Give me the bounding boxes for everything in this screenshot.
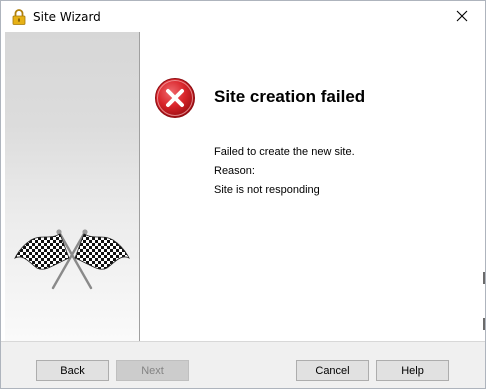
- cancel-button[interactable]: Cancel: [296, 360, 369, 381]
- page-title: Site creation failed: [214, 87, 366, 106]
- title-bar: Site Wizard: [1, 1, 485, 32]
- window-title: Site Wizard: [33, 10, 101, 24]
- next-button[interactable]: Next: [116, 360, 189, 381]
- result-panel: Site creation failed Failed to create th…: [140, 32, 485, 341]
- help-button[interactable]: Help: [376, 360, 449, 381]
- back-button[interactable]: Back: [36, 360, 109, 381]
- site-wizard-window: Site Wizard Site creation failed Failed …: [0, 0, 486, 389]
- reason-text: Site is not responding: [214, 184, 320, 196]
- edge-marks: [483, 272, 485, 330]
- wizard-footer: Back Next Cancel Help: [1, 341, 485, 388]
- error-icon: [154, 77, 196, 119]
- failure-message: Failed to create the new site.: [214, 146, 355, 158]
- close-icon: [456, 7, 468, 26]
- checkered-flags-icon: [11, 228, 133, 294]
- wizard-banner: [5, 32, 139, 341]
- lock-icon: [12, 9, 26, 25]
- close-button[interactable]: [439, 1, 485, 32]
- reason-label: Reason:: [214, 165, 255, 177]
